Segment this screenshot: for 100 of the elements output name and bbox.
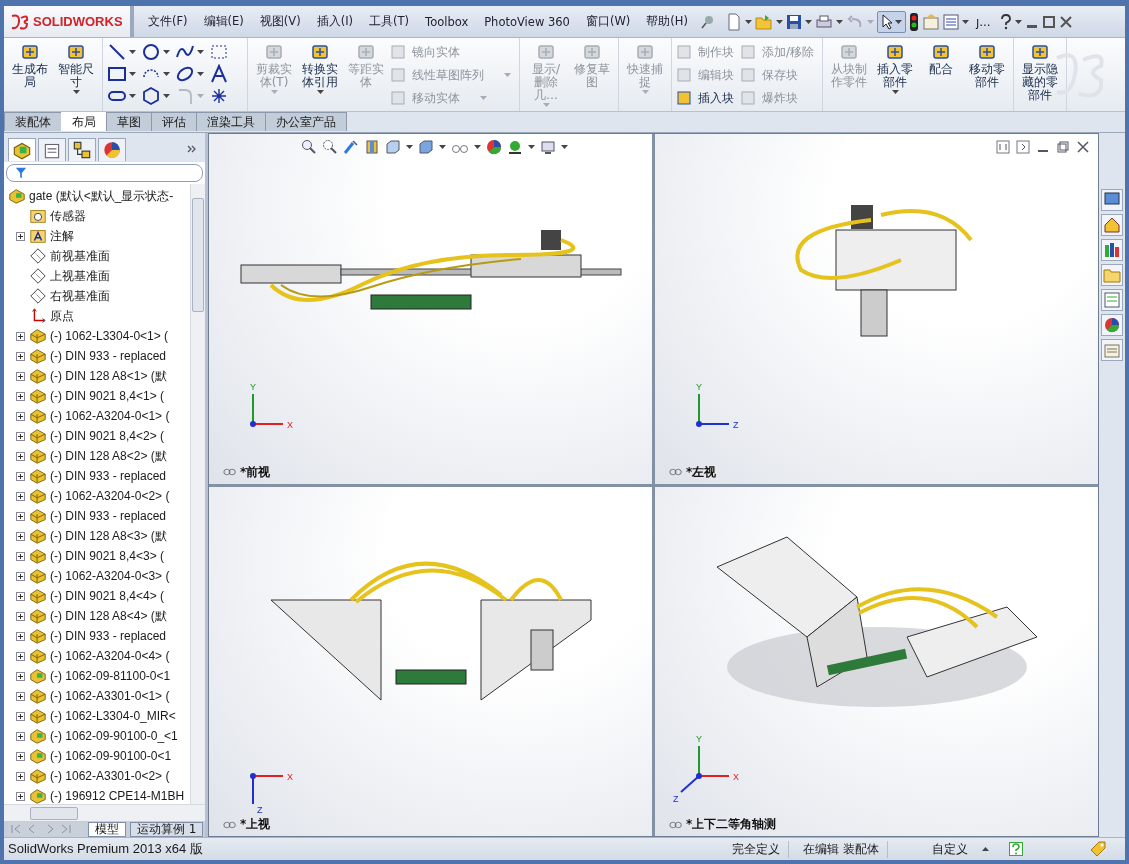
expand-icon[interactable] xyxy=(15,551,25,561)
caret-icon[interactable] xyxy=(561,145,568,149)
tree-item[interactable]: gate (默认<默认_显示状态- xyxy=(4,186,190,206)
viewport[interactable]: Y X *前视 xyxy=(209,134,652,484)
tree-item[interactable]: (-) DIN 933 - replaced xyxy=(4,626,190,646)
ribbon-tab[interactable]: 办公室产品 xyxy=(265,112,347,131)
menu-item[interactable]: 文件(F) xyxy=(140,14,196,29)
tree-item[interactable]: (-) DIN 933 - replaced xyxy=(4,346,190,366)
select-button[interactable] xyxy=(876,10,906,33)
tree-item[interactable]: 注解 xyxy=(4,226,190,246)
expand-icon[interactable] xyxy=(15,691,25,701)
caret-icon[interactable] xyxy=(72,90,80,94)
expand-icon[interactable] xyxy=(15,791,25,801)
line-icon[interactable] xyxy=(107,42,127,62)
menu-item[interactable]: 工具(T) xyxy=(361,14,418,29)
appearance-icon[interactable] xyxy=(486,139,502,155)
ribbon-tab[interactable]: 草图 xyxy=(106,112,152,131)
expand-icon[interactable] xyxy=(15,771,25,781)
help-icon[interactable] xyxy=(999,13,1012,30)
tree-item[interactable]: (-) 1062-L3304-0_MIR< xyxy=(4,706,190,726)
tree-item[interactable]: (-) 1062-A3204-0<1> ( xyxy=(4,406,190,426)
expand-icon[interactable] xyxy=(15,631,25,641)
expand-icon[interactable] xyxy=(15,351,25,361)
caret-icon[interactable] xyxy=(197,72,204,76)
ribbon-button[interactable]: 配合 xyxy=(919,41,964,77)
expand-icon[interactable] xyxy=(15,231,25,241)
traffic-light-icon[interactable] xyxy=(908,12,919,31)
tree-item[interactable]: (-) 1062-09-90100-0_<1 xyxy=(4,726,190,746)
tree-item[interactable]: (-) DIN 9021 8,4<2> ( xyxy=(4,426,190,446)
caret-icon[interactable] xyxy=(197,50,204,54)
expand-icon[interactable] xyxy=(15,651,25,661)
menu-item[interactable]: 帮助(H) xyxy=(638,14,696,29)
appearance-icon[interactable] xyxy=(1101,314,1123,336)
caret-icon[interactable] xyxy=(163,72,170,76)
save-icon[interactable] xyxy=(785,13,802,30)
display-settings-icon[interactable] xyxy=(540,139,556,155)
checklist-icon[interactable] xyxy=(942,13,959,30)
hexagon-icon[interactable] xyxy=(141,86,161,106)
viewport[interactable]: Y Z *左视 xyxy=(655,134,1098,484)
expand-icon[interactable] xyxy=(15,491,25,501)
display-style-icon[interactable] xyxy=(418,139,434,155)
ribbon-tab[interactable]: 布局 xyxy=(61,112,107,131)
ribbon-tab[interactable]: 渲染工具 xyxy=(196,112,266,131)
tree-item[interactable]: (-) 1062-A3204-0<4> ( xyxy=(4,646,190,666)
zoom-to-fit-icon[interactable] xyxy=(301,139,317,155)
restore-icon[interactable] xyxy=(1041,14,1056,29)
caret-icon[interactable] xyxy=(528,145,535,149)
tree-item[interactable]: 前视基准面 xyxy=(4,246,190,266)
expand-icon[interactable] xyxy=(15,391,25,401)
ribbon-button[interactable]: 插入块 xyxy=(676,88,738,108)
caret-icon[interactable] xyxy=(961,19,969,24)
circle-icon[interactable] xyxy=(141,42,161,62)
tree-item[interactable]: (-) DIN 9021 8,4<1> ( xyxy=(4,386,190,406)
viewport[interactable]: X Z *上视 xyxy=(209,486,652,836)
tree-item[interactable]: (-) 1062-A3301-0<2> ( xyxy=(4,766,190,786)
caret-icon[interactable] xyxy=(163,94,170,98)
caret-up-icon[interactable] xyxy=(982,847,989,851)
expand-icon[interactable] xyxy=(15,571,25,581)
tag-icon[interactable] xyxy=(1089,840,1107,858)
double-chevron-icon[interactable] xyxy=(187,145,197,153)
caret-icon[interactable] xyxy=(129,72,136,76)
tree-item[interactable]: (-) 1062-09-81100-0<1 xyxy=(4,666,190,686)
caret-icon[interactable] xyxy=(891,90,899,94)
model-tab[interactable]: 模型 xyxy=(88,821,126,837)
section-view-icon[interactable] xyxy=(364,139,380,155)
filter-field[interactable] xyxy=(6,164,203,182)
text-a-icon[interactable] xyxy=(209,64,229,84)
expand-icon[interactable] xyxy=(15,411,25,421)
expand-icon[interactable] xyxy=(15,511,25,521)
home-icon[interactable] xyxy=(1101,214,1123,236)
scene-icon[interactable] xyxy=(507,139,523,155)
caret-icon[interactable] xyxy=(744,19,752,24)
ribbon-button[interactable]: 生成布局 xyxy=(8,41,52,90)
caret-icon[interactable] xyxy=(474,145,481,149)
caret-icon[interactable] xyxy=(1014,19,1022,24)
bar-chart-icon[interactable] xyxy=(1101,239,1123,261)
caret-icon[interactable] xyxy=(163,50,170,54)
menu-item[interactable]: 窗口(W) xyxy=(577,14,639,29)
feature-tree-tab-icon[interactable] xyxy=(8,137,36,161)
caret-icon[interactable] xyxy=(804,19,812,24)
close-icon[interactable] xyxy=(1076,140,1090,154)
pin-icon[interactable] xyxy=(699,13,716,30)
rectangle-icon[interactable] xyxy=(107,64,127,84)
menu-item[interactable]: PhotoView 360 xyxy=(476,14,578,29)
expand-icon[interactable] xyxy=(15,531,25,541)
expand-icon[interactable] xyxy=(15,331,25,341)
ribbon-button[interactable]: 移动零部件 xyxy=(965,41,1010,90)
tree-item[interactable]: (-) 1062-09-90100-0<1 xyxy=(4,746,190,766)
ellipse-icon[interactable] xyxy=(175,64,195,84)
menu-item[interactable]: 编辑(E) xyxy=(195,14,252,29)
ribbon-button[interactable]: 转换实体引用 xyxy=(298,41,342,95)
tree-item[interactable]: (-) DIN 128 A8<1> (默 xyxy=(4,366,190,386)
expand-icon[interactable] xyxy=(15,731,25,741)
tree-item[interactable]: (-) DIN 933 - replaced xyxy=(4,506,190,526)
tree-item[interactable]: 右视基准面 xyxy=(4,286,190,306)
tree-item[interactable]: (-) 1062-A3204-0<3> ( xyxy=(4,566,190,586)
search-stub[interactable]: ȷ... xyxy=(975,14,991,29)
ribbon-tab[interactable]: 装配体 xyxy=(4,112,62,131)
horizontal-scrollbar[interactable] xyxy=(4,804,205,821)
previous-view-icon[interactable] xyxy=(343,139,359,155)
